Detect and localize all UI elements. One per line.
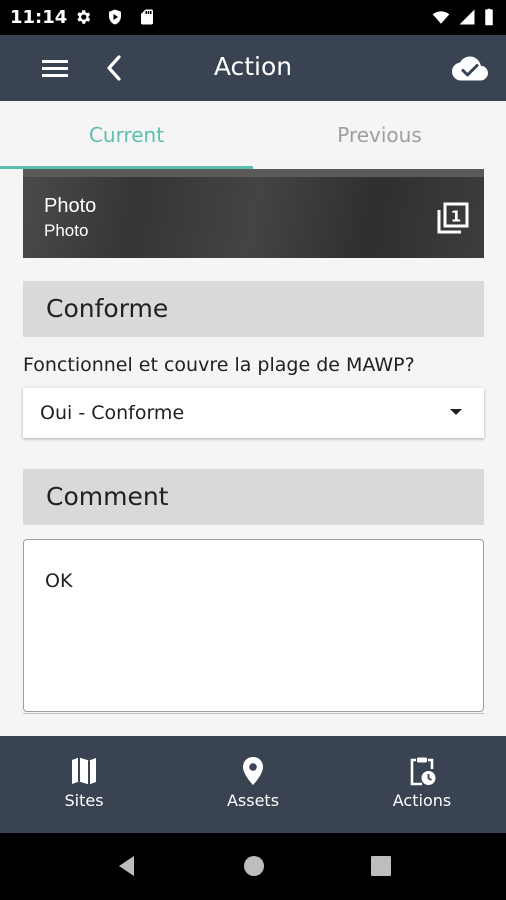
section-title: Conforme [46,294,169,323]
section-title: Comment [46,482,169,511]
nav-label: Actions [392,791,452,810]
shield-icon [109,9,121,25]
page-title: Action [213,52,293,81]
nav-label: Sites [64,791,104,810]
map-icon [72,757,96,785]
wifi-icon [432,11,450,24]
cloud-done-icon [452,56,488,81]
system-nav-bar [0,833,506,900]
back-triangle-icon[interactable] [114,853,140,879]
signal-icon [459,9,475,25]
tab-current[interactable]: Current [0,101,253,169]
settings-icon [77,10,91,24]
photo-title: Photo [44,195,97,217]
tab-previous[interactable]: Previous [253,101,506,169]
divider [23,713,484,714]
photo-gallery-button[interactable]: 1 [436,201,470,235]
form-content: Photo Photo 1 Conforme Fonctionnel et co… [0,169,506,736]
nav-item-actions[interactable]: Actions [338,736,506,833]
app-bar: Action [0,35,506,101]
location-pin-icon [243,757,263,785]
bottom-navigation: Sites Assets Actions [0,736,506,833]
recents-square-icon[interactable] [368,853,394,879]
photo-library-icon: 1 [437,202,469,234]
photo-card[interactable]: Photo Photo 1 [23,169,484,258]
caret-down-icon [450,409,462,415]
battery-icon [485,8,493,26]
photo-subtitle: Photo [44,221,89,240]
tab-bar: Current Previous [0,101,506,169]
status-time: 11:14 [10,7,68,28]
comment-value: OK [45,570,73,592]
photo-count-badge: 1 [451,208,461,226]
nav-item-sites[interactable]: Sites [0,736,168,833]
nav-item-assets[interactable]: Assets [169,736,337,833]
sync-button[interactable] [451,50,489,86]
clipboard-clock-icon [410,757,436,786]
sd-card-icon [141,9,153,25]
home-circle-icon[interactable] [241,853,267,879]
section-header-conforme: Conforme [23,281,484,337]
nav-label: Assets [226,791,280,810]
select-value: Oui - Conforme [40,402,185,424]
section-header-comment: Comment [23,469,484,525]
question-label: Fonctionnel et couvre la plage de MAWP? [23,354,415,376]
status-bar: 11:14 [0,0,506,35]
conformity-select[interactable]: Oui - Conforme [23,388,484,438]
comment-field[interactable]: OK [23,539,484,712]
